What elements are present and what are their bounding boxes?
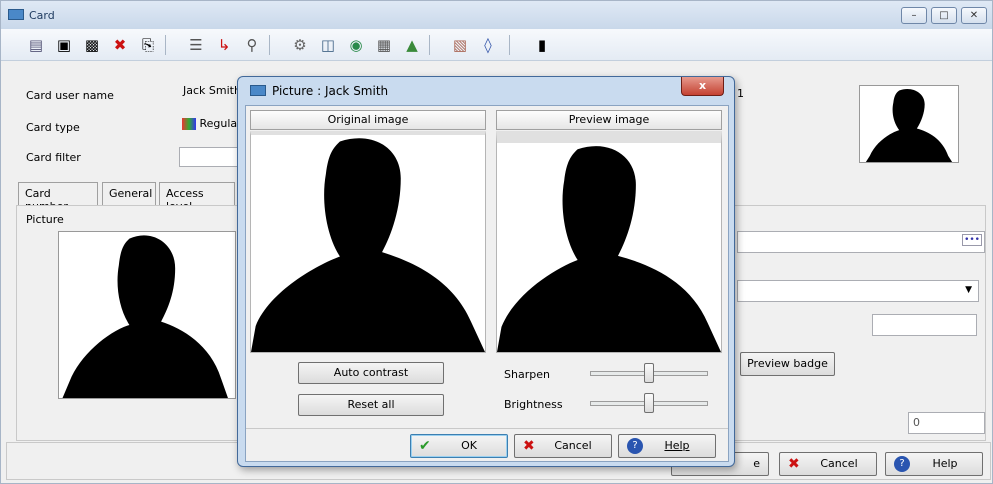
tab-access-level[interactable]: Access level [159, 182, 235, 213]
dialog-body: Original image Preview image Auto contra… [245, 105, 729, 462]
keys-icon[interactable]: ⚙ [289, 34, 311, 56]
export-icon[interactable]: ▲ [401, 34, 423, 56]
partial-label: 1 [737, 87, 744, 100]
preview-badge-button[interactable]: Preview badge [740, 352, 835, 376]
tab-card-number[interactable]: Card number [18, 182, 98, 213]
cancel-button-label: Cancel [820, 457, 858, 470]
dialog-divider [246, 428, 728, 429]
sharpen-label: Sharpen [504, 368, 550, 381]
cancel-x-icon: ✖ [523, 438, 535, 454]
preview-image [496, 131, 722, 353]
help-icon: ? [894, 456, 910, 472]
number-input[interactable]: 0 [908, 412, 985, 434]
card-user-name-input[interactable]: Jack Smith [179, 81, 241, 103]
dialog-help-button[interactable]: ? Help [618, 434, 716, 458]
toolbar-separator [509, 35, 510, 55]
toolbar-separator [165, 35, 166, 55]
toolbar: ▤ ▣ ▩ ✖ ⎘ ☰ ↳ ⚲ ⚙ ◫ ◉ ▦ ▲ ▧ ◊ ▮ [1, 29, 992, 61]
card-type-label: Card type [26, 121, 80, 134]
brightness-slider-thumb[interactable] [644, 393, 654, 413]
cancel-x-icon: ✖ [788, 456, 800, 472]
picture-label: Picture [26, 213, 64, 226]
dialog-title-bar: Picture : Jack Smith [246, 77, 666, 105]
print-icon[interactable]: ⎘ [137, 34, 159, 56]
search-icon[interactable]: ⚲ [241, 34, 263, 56]
badge-icon[interactable]: ▮ [531, 34, 553, 56]
dialog-close-glyph: x [698, 79, 707, 92]
preview-image-header: Preview image [496, 110, 722, 130]
save-icon[interactable]: ▣ [53, 34, 75, 56]
checkmark-icon: ✔ [419, 438, 431, 454]
delete-icon[interactable]: ✖ [109, 34, 131, 56]
card-filter-label: Card filter [26, 151, 81, 164]
picture-dialog: Picture : Jack Smith x Original image Pr… [237, 76, 735, 467]
help-button[interactable]: ? Help [885, 452, 983, 476]
link-icon[interactable]: ↳ [213, 34, 235, 56]
help-button-label: Help [932, 457, 958, 470]
app-icon [8, 9, 24, 20]
toolbar-separator [269, 35, 270, 55]
right-small-input[interactable] [872, 314, 977, 336]
chevron-down-icon: ▼ [965, 285, 972, 295]
tab-general[interactable]: General [102, 182, 156, 205]
maximize-button[interactable]: □ [931, 7, 957, 24]
refresh-icon[interactable]: ◉ [345, 34, 367, 56]
auto-contrast-button[interactable]: Auto contrast [298, 362, 444, 384]
window-title: Card [29, 9, 55, 22]
original-image-header: Original image [250, 110, 486, 130]
dialog-app-icon [250, 85, 266, 96]
dialog-cancel-button[interactable]: ✖ Cancel [514, 434, 612, 458]
grid-icon[interactable]: ▦ [373, 34, 395, 56]
dialog-title: Picture : Jack Smith [272, 84, 389, 98]
right-dropdown[interactable]: ▼ [737, 280, 979, 302]
card-user-name-label: Card user name [26, 89, 114, 102]
person-silhouette-icon [497, 146, 721, 352]
cancel-button[interactable]: ✖ Cancel [779, 452, 877, 476]
right-field-input[interactable]: ••• [737, 231, 985, 253]
import-icon[interactable]: ▧ [449, 34, 471, 56]
dialog-close-button[interactable]: x [681, 77, 724, 96]
original-image [250, 131, 486, 353]
card-type-value: Regular [199, 117, 242, 130]
save-button-label: e [753, 457, 760, 470]
settings-icon[interactable]: ◊ [477, 34, 499, 56]
new-icon[interactable]: ▤ [25, 34, 47, 56]
help-icon: ? [627, 438, 643, 454]
dialog-help-label: Help [664, 439, 690, 452]
title-bar: Card – □ ✕ [1, 1, 992, 29]
ok-button[interactable]: ✔ OK [410, 434, 508, 458]
brightness-label: Brightness [504, 398, 563, 411]
card-type-select[interactable]: Regular [179, 114, 241, 136]
card-type-icon [182, 118, 196, 130]
ok-button-label: OK [461, 439, 477, 452]
picture-box[interactable] [58, 231, 236, 399]
minimize-button[interactable]: – [901, 7, 927, 24]
save-close-icon[interactable]: ▩ [81, 34, 103, 56]
dialog-cancel-label: Cancel [554, 439, 592, 452]
card-photo-thumbnail [859, 85, 959, 163]
ellipsis-icon[interactable]: ••• [962, 234, 982, 246]
person-silhouette-icon [251, 138, 485, 352]
close-button[interactable]: ✕ [961, 7, 987, 24]
card-filter-input[interactable] [179, 147, 241, 167]
toolbar-separator [429, 35, 430, 55]
person-silhouette-icon [865, 89, 953, 162]
sharpen-slider-thumb[interactable] [644, 363, 654, 383]
person-silhouette-icon [62, 235, 228, 398]
database-icon[interactable]: ◫ [317, 34, 339, 56]
reset-all-button[interactable]: Reset all [298, 394, 444, 416]
list-icon[interactable]: ☰ [185, 34, 207, 56]
